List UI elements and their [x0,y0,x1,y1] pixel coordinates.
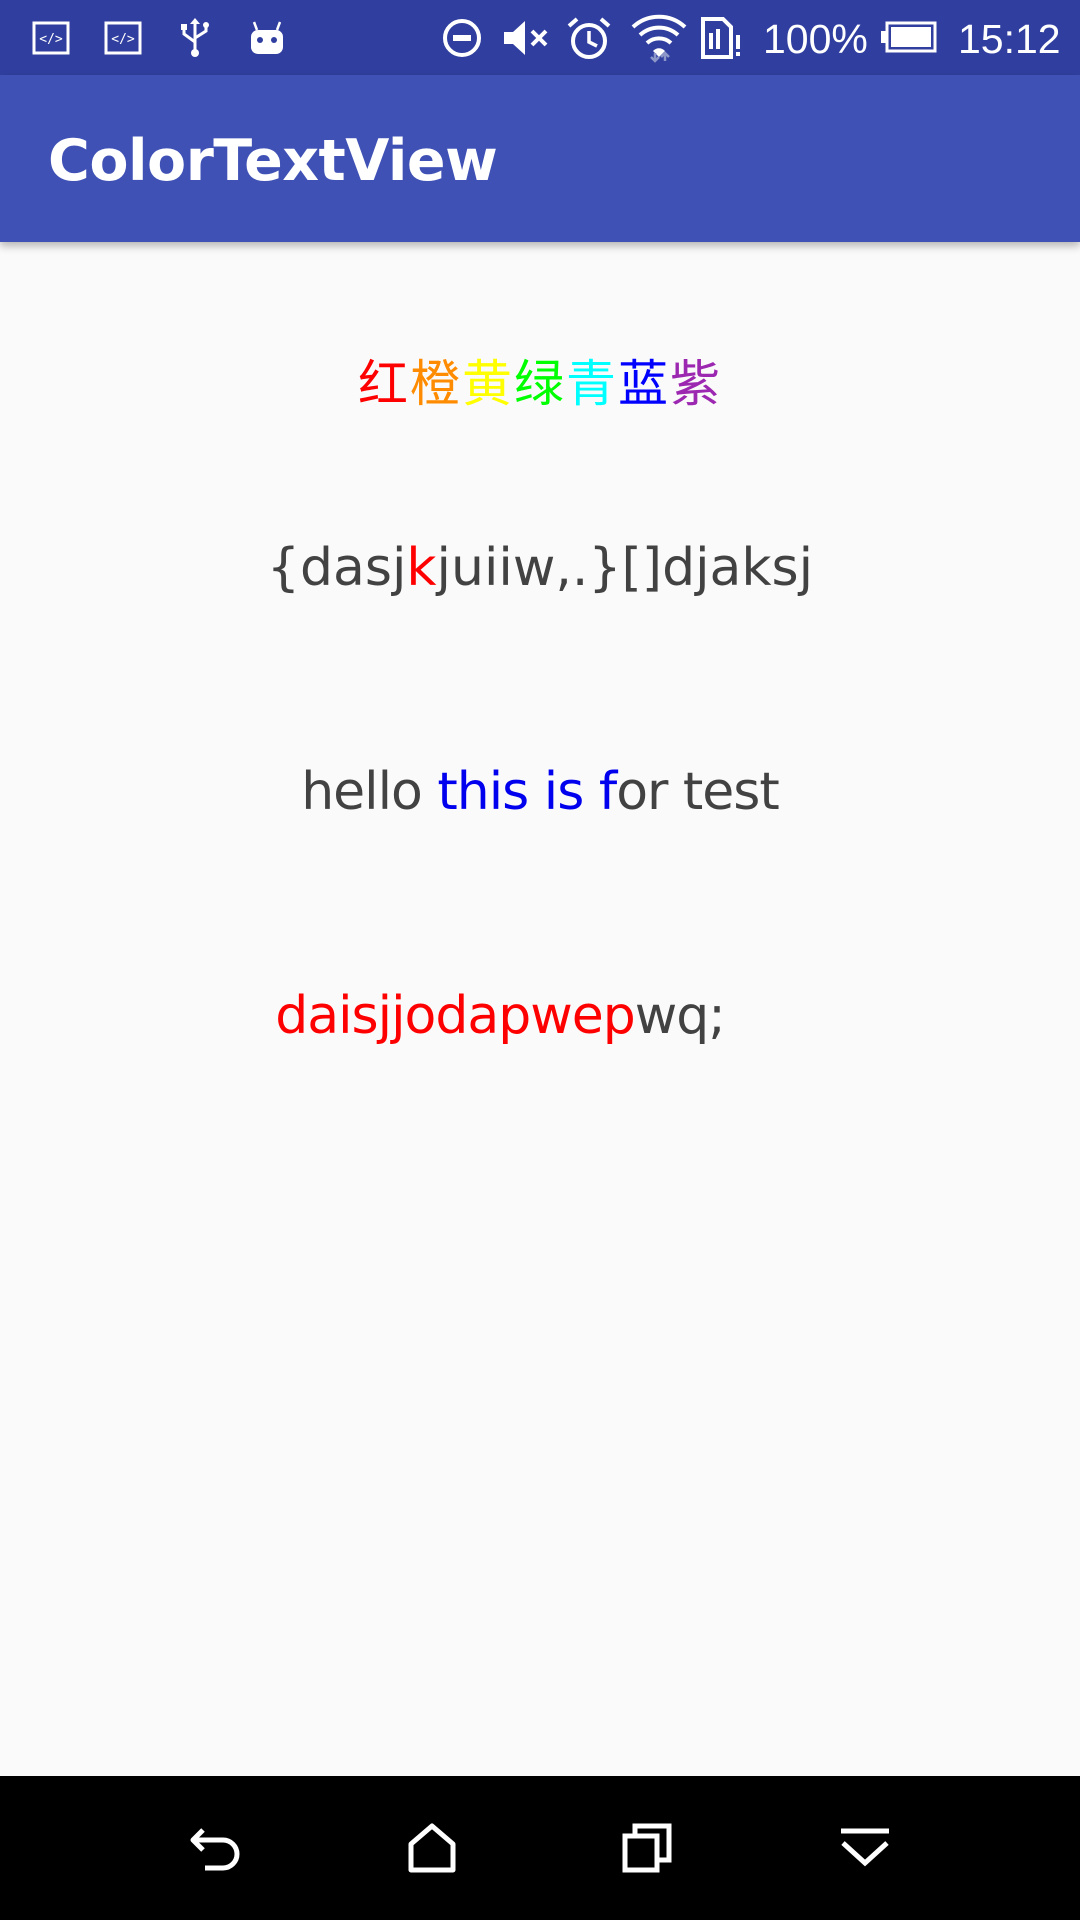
recents-button[interactable] [587,1776,707,1920]
code-icon: </> [30,0,72,75]
back-button[interactable] [157,1776,277,1920]
home-icon [408,1823,456,1873]
text-segment: 黄 [462,355,514,413]
back-icon [190,1828,240,1871]
app-bar: ColorTextView [0,75,1080,242]
status-bar: </> </> 100% 15:12 [0,0,1080,75]
text-segment: 紫 [670,355,722,413]
hello-text-view: hello this is for test [0,762,1080,832]
code-icon: </> [102,0,144,75]
text-segment: k [406,538,437,598]
text-segment: 红 [358,355,410,413]
usb-icon [175,0,215,75]
text-segment: {dasj [266,538,407,598]
app-title: ColorTextView [48,128,498,194]
sim-icon [698,0,746,75]
mute-icon [500,0,552,75]
svg-text:</>: </> [39,32,63,47]
text-segment: hello [301,762,438,822]
text-segment: juiiw,.}[]djaksj [436,538,814,598]
text-segment: 绿 [514,355,566,413]
text-segment: 蓝 [618,355,670,413]
notifications-icon [841,1828,889,1867]
clock: 15:12 [958,16,1061,62]
svg-text:</>: </> [111,32,135,47]
text-segment: this is f [437,762,617,822]
text-segment: 青 [566,355,618,413]
do-not-disturb-icon [440,0,484,75]
alarm-icon [565,0,613,75]
text-segment: wq; [634,986,726,1046]
battery-icon [878,0,938,75]
home-button[interactable] [372,1776,492,1920]
battery-percent: 100% [763,16,868,62]
symbol-text-view: {dasjkjuiiw,.}[]djaksj [0,538,1080,608]
navigation-bar [0,1776,1080,1920]
text-segment: daisjjodapwep [275,986,636,1046]
rainbow-text-view: 红橙黄绿青蓝紫 [0,344,1080,414]
recents-icon [622,1823,672,1873]
notifications-button[interactable] [805,1776,925,1920]
text-segment: or test [616,762,780,822]
wifi-icon [630,0,688,75]
text-segment: 橙 [410,355,462,413]
red-text-view: daisjjodapwepwq; [0,986,1080,1056]
android-icon [246,0,288,75]
